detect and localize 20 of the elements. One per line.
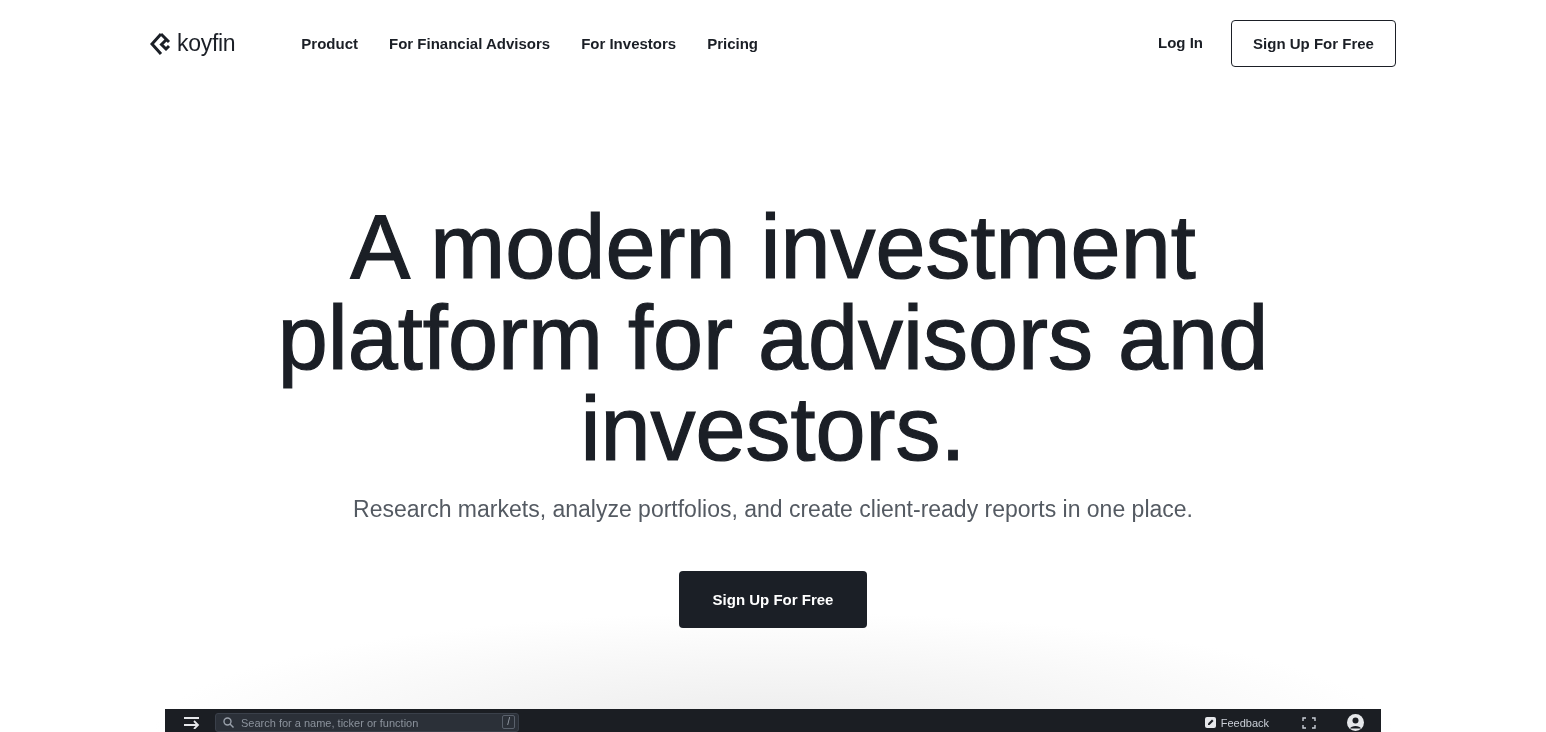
hero-subtitle: Research markets, analyze portfolios, and create client-ready reports in one place. <box>353 495 1193 524</box>
user-avatar-icon[interactable] <box>1347 714 1364 731</box>
hero-heading: A modern investment platform for advisors and investors. <box>276 202 1270 475</box>
koyfin-logo[interactable]: koyfin <box>150 30 236 57</box>
shortcut-key-hint: / <box>502 715 515 729</box>
pencil-square-icon <box>1204 717 1216 728</box>
nav-link[interactable]: Pricing <box>707 35 758 52</box>
nav-link[interactable]: For Investors <box>581 35 677 52</box>
logo-icon <box>150 31 172 56</box>
arrow-icon[interactable] <box>183 716 200 729</box>
fullscreen-icon[interactable] <box>1302 716 1316 729</box>
login-link[interactable]: Log In <box>1158 34 1203 51</box>
nav-link[interactable]: For Financial Advisors <box>388 35 551 52</box>
nav-link[interactable]: Product <box>301 35 358 52</box>
signup-button[interactable]: Sign Up For Free <box>1231 20 1396 67</box>
feedback-label: Feedback <box>1220 716 1269 729</box>
feedback-button[interactable]: Feedback <box>1204 716 1269 729</box>
logo-wordmark: koyfin <box>177 30 236 57</box>
cta-signup-button[interactable]: Sign Up For Free <box>679 571 867 628</box>
search-icon <box>223 717 234 728</box>
